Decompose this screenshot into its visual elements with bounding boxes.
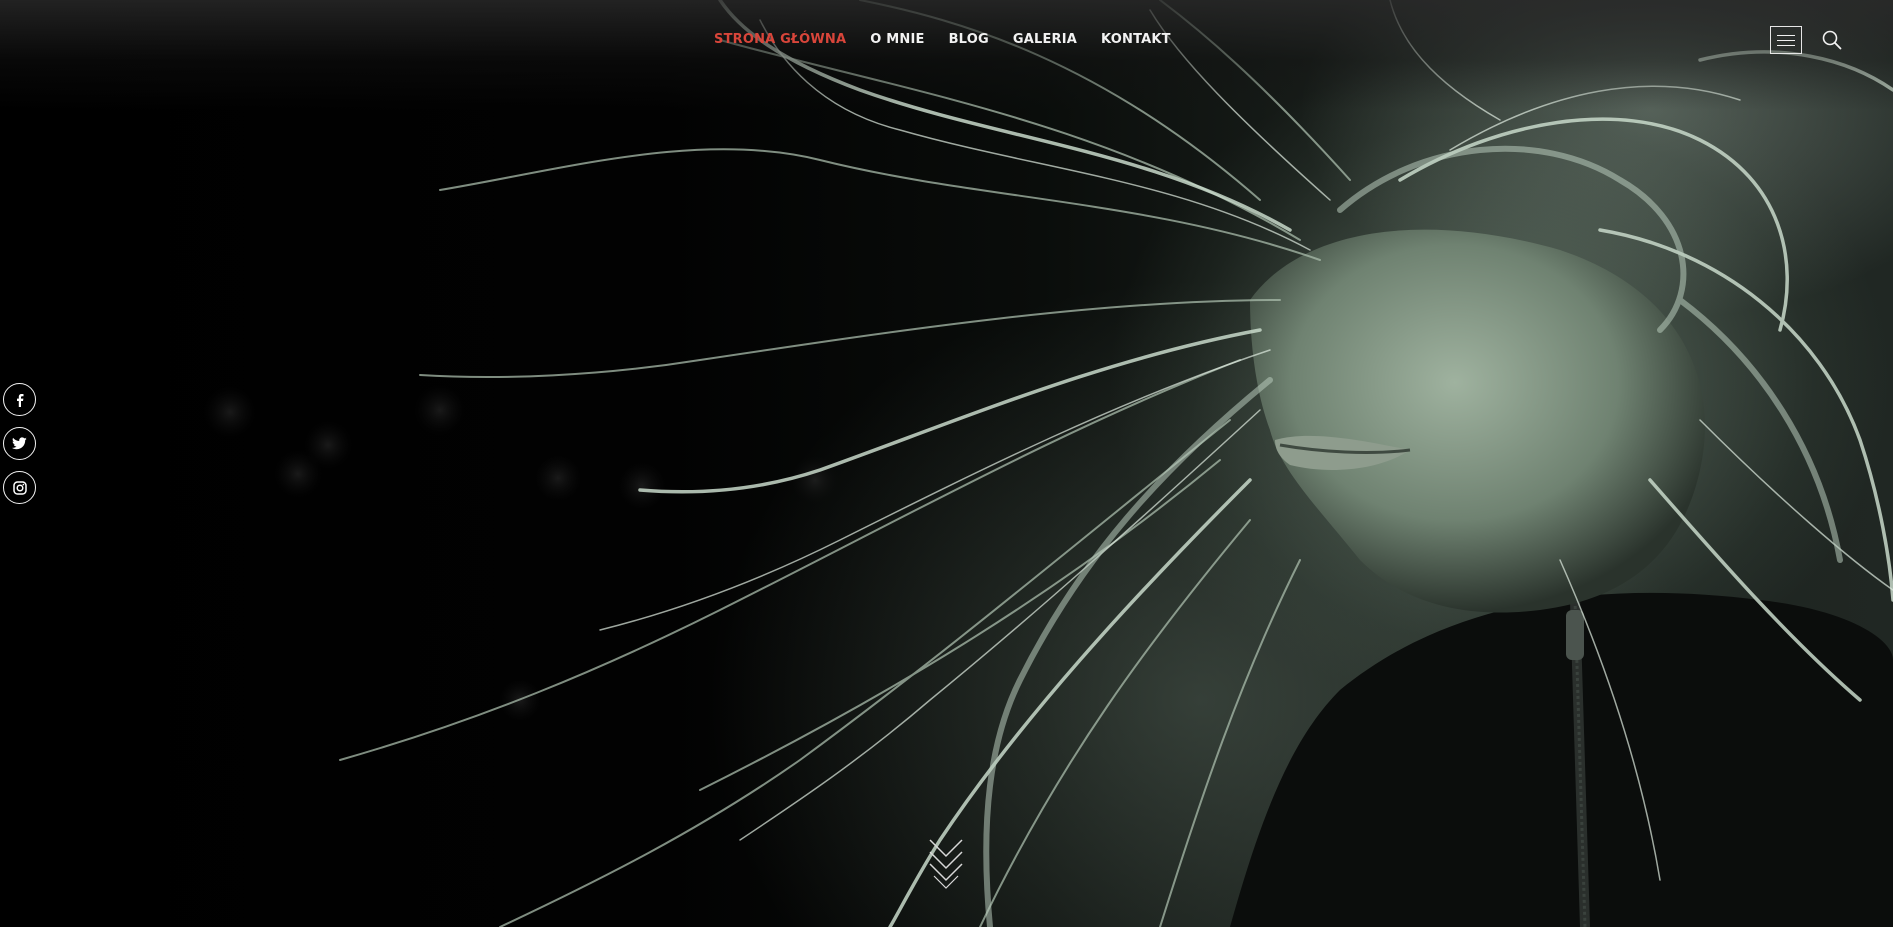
nav-item-blog: BLOG [949,28,989,47]
hero-image [0,0,1893,927]
bokeh-lights [204,385,839,722]
nav-item-home: STRONA GŁÓWNA [714,28,846,47]
social-links [3,383,36,504]
instagram-icon [12,480,27,495]
facebook-link[interactable] [3,383,36,416]
facebook-icon [16,393,23,407]
hamburger-icon-line [1777,44,1795,46]
search-button[interactable] [1821,29,1843,51]
nav-item-contact: KONTAKT [1101,28,1171,47]
hamburger-icon-line [1777,39,1795,41]
instagram-link[interactable] [3,471,36,504]
chevrons-down-icon [929,839,963,889]
nav-link-gallery[interactable]: GALERIA [1013,32,1077,47]
hamburger-icon-line [1777,34,1795,36]
search-icon [1822,30,1842,50]
main-nav: STRONA GŁÓWNA O MNIE BLOG GALERIA KONTAK… [714,28,1171,47]
header-shade [0,0,1893,110]
twitter-icon [12,437,27,450]
scroll-down-button[interactable] [926,838,966,890]
nav-link-contact[interactable]: KONTAKT [1101,32,1171,47]
menu-button[interactable] [1770,26,1802,54]
hair-illustration [204,0,1893,927]
twitter-link[interactable] [3,427,36,460]
page: STRONA GŁÓWNA O MNIE BLOG GALERIA KONTAK… [0,0,1893,927]
nav-link-home[interactable]: STRONA GŁÓWNA [714,32,846,47]
nav-link-blog[interactable]: BLOG [949,32,989,47]
nav-link-about[interactable]: O MNIE [870,32,924,47]
nav-item-gallery: GALERIA [1013,28,1077,47]
nav-item-about: O MNIE [870,28,924,47]
